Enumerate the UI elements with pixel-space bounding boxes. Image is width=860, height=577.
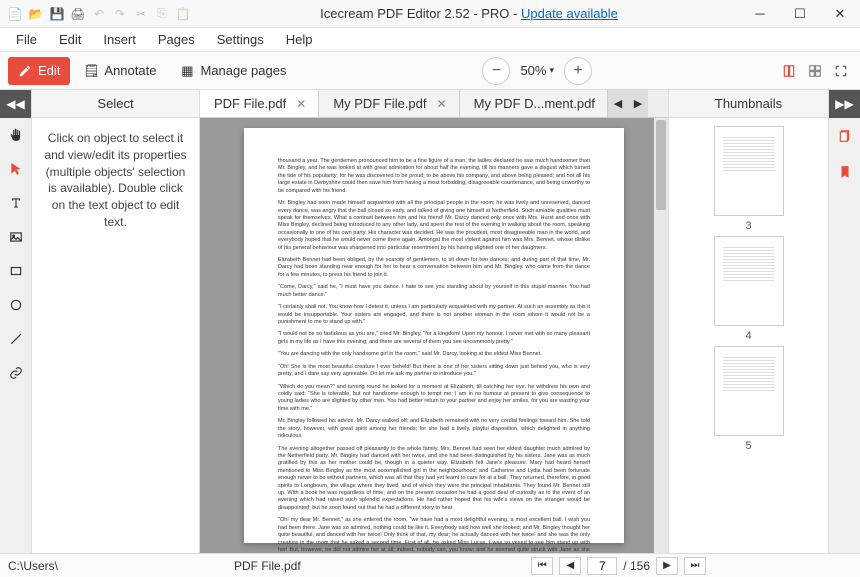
close-button[interactable]: ✕ xyxy=(820,0,860,28)
line-tool[interactable] xyxy=(0,322,32,356)
menu-help[interactable]: Help xyxy=(276,29,323,50)
minimize-button[interactable]: ─ xyxy=(740,0,780,28)
zoom-in-button[interactable]: + xyxy=(564,57,592,85)
image-tool[interactable] xyxy=(0,220,32,254)
view-continuous-icon[interactable] xyxy=(804,60,826,82)
hand-tool[interactable] xyxy=(0,118,32,152)
qat-cut-icon[interactable]: ✂ xyxy=(132,5,150,23)
close-icon[interactable]: ✕ xyxy=(296,97,306,111)
close-icon[interactable]: ✕ xyxy=(437,97,447,111)
pages-panel-icon[interactable] xyxy=(829,118,860,154)
fullscreen-icon[interactable] xyxy=(830,60,852,82)
link-tool[interactable] xyxy=(0,356,32,390)
thumbnails-title: Thumbnails xyxy=(669,90,828,118)
collapse-left-icon[interactable]: ◀◀ xyxy=(0,90,31,118)
right-tool-strip: ▶▶ xyxy=(828,90,860,553)
qat-redo-icon[interactable]: ↷ xyxy=(111,5,129,23)
tab-0[interactable]: PDF File.pdf✕ xyxy=(200,90,319,117)
tab-2[interactable]: My PDF D...ment.pdf xyxy=(460,90,608,117)
tab-scroll-left[interactable]: ◀ xyxy=(608,90,628,117)
prev-page-button[interactable]: ◀ xyxy=(559,557,581,575)
thumbnail-number: 3 xyxy=(745,220,751,232)
annotate-button[interactable]: 🗒 Annotate xyxy=(74,57,166,85)
qat-new-icon[interactable]: 📄 xyxy=(6,5,24,23)
thumbnail-page[interactable] xyxy=(714,346,784,436)
pdf-page[interactable]: thousand a year. The gentlemen pronounce… xyxy=(244,128,624,543)
collapse-right-icon[interactable]: ▶▶ xyxy=(829,90,860,118)
titlebar: 📄 📂 💾 🖨 ↶ ↷ ✂ ⎘ 📋 Icecream PDF Editor 2.… xyxy=(0,0,860,28)
view-single-icon[interactable] xyxy=(778,60,800,82)
page-viewport[interactable]: thousand a year. The gentlemen pronounce… xyxy=(200,118,668,553)
rect-tool[interactable] xyxy=(0,254,32,288)
thumbnails-panel: Thumbnails 3 4 5 xyxy=(668,90,828,553)
qat-copy-icon[interactable]: ⎘ xyxy=(153,5,171,23)
menubar: File Edit Insert Pages Settings Help xyxy=(0,28,860,52)
properties-title: Select xyxy=(32,90,199,118)
maximize-button[interactable]: ☐ xyxy=(780,0,820,28)
thumbnail-number: 4 xyxy=(745,330,751,342)
menu-edit[interactable]: Edit xyxy=(49,29,91,50)
zoom-level[interactable]: 50%▾ xyxy=(514,63,560,78)
document-tabs: PDF File.pdf✕ My PDF File.pdf✕ My PDF D.… xyxy=(200,90,668,118)
toolbar: Edit 🗒 Annotate ▦ Manage pages − 50%▾ + xyxy=(0,52,860,90)
scrollbar-thumb[interactable] xyxy=(656,120,666,210)
thumbnail-page[interactable] xyxy=(714,236,784,326)
qat-open-icon[interactable]: 📂 xyxy=(27,5,45,23)
next-page-button[interactable]: ▶ xyxy=(656,557,678,575)
text-tool[interactable] xyxy=(0,186,32,220)
tab-1[interactable]: My PDF File.pdf✕ xyxy=(319,90,459,117)
select-tool[interactable] xyxy=(0,152,32,186)
menu-file[interactable]: File xyxy=(6,29,47,50)
pencil-icon xyxy=(18,64,32,78)
status-bar: C:\Users\ PDF File.pdf ⏮ ◀ / 156 ▶ ⏭ xyxy=(0,553,860,577)
chevron-down-icon: ▾ xyxy=(549,65,554,76)
qat-save-icon[interactable]: 💾 xyxy=(48,5,66,23)
properties-help-text: Click on object to select it and view/ed… xyxy=(32,118,199,243)
thumbnail-number: 5 xyxy=(745,440,751,452)
bookmarks-icon[interactable] xyxy=(829,154,860,190)
circle-tool[interactable] xyxy=(0,288,32,322)
tab-scroll-right[interactable]: ▶ xyxy=(628,90,648,117)
manage-pages-button[interactable]: ▦ Manage pages xyxy=(170,57,296,85)
qat-undo-icon[interactable]: ↶ xyxy=(90,5,108,23)
last-page-button[interactable]: ⏭ xyxy=(684,557,706,575)
first-page-button[interactable]: ⏮ xyxy=(531,557,553,575)
qat-print-icon[interactable]: 🖨 xyxy=(69,5,87,23)
qat-paste-icon[interactable]: 📋 xyxy=(174,5,192,23)
zoom-out-button[interactable]: − xyxy=(482,57,510,85)
window-title: Icecream PDF Editor 2.52 - PRO - Update … xyxy=(198,6,740,21)
update-link[interactable]: Update available xyxy=(521,6,618,21)
edit-mode-button[interactable]: Edit xyxy=(8,57,70,85)
thumbnail-page[interactable] xyxy=(714,126,784,216)
properties-panel: Select Click on object to select it and … xyxy=(32,90,200,553)
grid-icon: ▦ xyxy=(180,64,194,78)
vertical-scrollbar[interactable] xyxy=(654,118,668,553)
page-number-input[interactable] xyxy=(587,557,617,575)
page-total: / 156 xyxy=(623,559,650,573)
menu-pages[interactable]: Pages xyxy=(148,29,205,50)
left-tool-strip: ◀◀ xyxy=(0,90,32,553)
note-icon: 🗒 xyxy=(84,64,98,78)
menu-settings[interactable]: Settings xyxy=(207,29,274,50)
file-name: PDF File.pdf xyxy=(234,559,525,573)
file-path: C:\Users\ xyxy=(8,559,228,573)
menu-insert[interactable]: Insert xyxy=(93,29,146,50)
